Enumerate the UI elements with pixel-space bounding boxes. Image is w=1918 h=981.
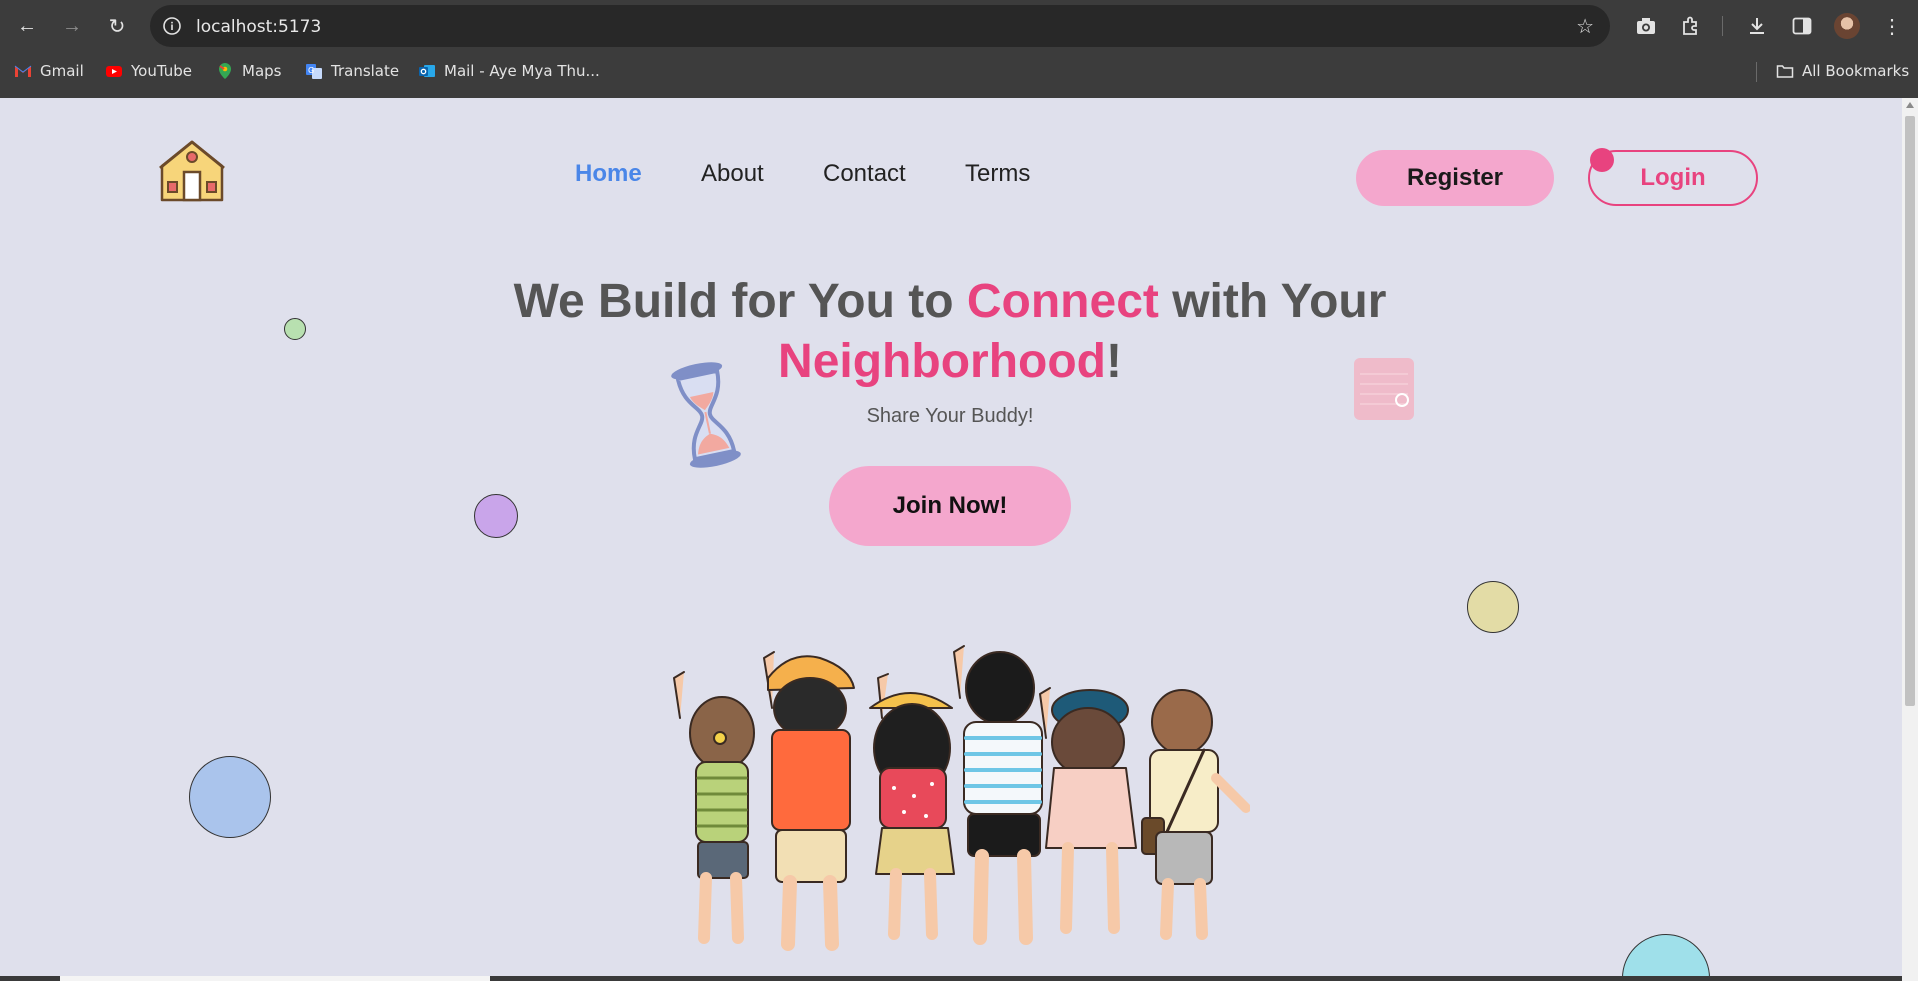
join-now-button[interactable]: Join Now! bbox=[829, 466, 1071, 546]
house-logo-icon[interactable] bbox=[158, 138, 226, 202]
decorative-bubble bbox=[189, 756, 271, 838]
gmail-icon bbox=[14, 65, 32, 77]
download-icon[interactable] bbox=[1744, 13, 1770, 39]
decorative-bubble bbox=[284, 318, 306, 340]
scroll-up-arrow-icon[interactable] bbox=[1906, 102, 1914, 108]
bookmark-label: YouTube bbox=[131, 62, 192, 80]
nav-contact[interactable]: Contact bbox=[823, 160, 906, 188]
extensions-icon[interactable] bbox=[1678, 13, 1704, 39]
children-illustration bbox=[673, 645, 1250, 951]
decorative-bubble bbox=[1467, 581, 1519, 633]
all-bookmarks[interactable]: All Bookmarks bbox=[1776, 62, 1909, 80]
bookmark-maps[interactable]: Maps bbox=[216, 62, 281, 80]
browser-chrome: ← → ↻ localhost:5173 ☆ ⋮ Gmail YouTube M… bbox=[0, 0, 1918, 98]
side-panel-icon[interactable] bbox=[1789, 13, 1815, 39]
headline-text: with Your bbox=[1158, 275, 1387, 328]
headline-highlight: Neighborhood bbox=[778, 335, 1106, 388]
maps-icon bbox=[219, 63, 231, 79]
address-bar[interactable]: localhost:5173 ☆ bbox=[150, 5, 1610, 47]
bookmark-translate[interactable]: G Translate bbox=[305, 62, 399, 80]
web-page: Home About Contact Terms Register Login … bbox=[0, 98, 1902, 981]
bookmark-star-icon[interactable]: ☆ bbox=[1576, 14, 1594, 39]
bookmark-mail[interactable]: Mail - Aye Mya Thu... bbox=[418, 62, 600, 80]
forward-icon[interactable]: → bbox=[58, 12, 86, 40]
camera-icon[interactable] bbox=[1633, 13, 1659, 39]
outlook-icon bbox=[419, 65, 435, 77]
bookmark-label: Maps bbox=[242, 62, 282, 80]
browser-toolbar: ← → ↻ localhost:5173 ☆ ⋮ bbox=[0, 0, 1918, 52]
page-bottom-edge bbox=[0, 976, 1902, 981]
bookmarks-divider bbox=[1756, 62, 1757, 82]
bookmark-label: Mail - Aye Mya Thu... bbox=[444, 62, 600, 80]
reload-icon[interactable]: ↻ bbox=[103, 12, 131, 40]
nav-about[interactable]: About bbox=[701, 160, 764, 188]
hero-subtitle: Share Your Buddy! bbox=[866, 405, 1034, 427]
bookmark-gmail[interactable]: Gmail bbox=[14, 62, 84, 80]
nav-home[interactable]: Home bbox=[575, 160, 642, 188]
headline-text: ! bbox=[1105, 335, 1122, 388]
page-scrollbar[interactable] bbox=[1902, 98, 1918, 981]
profile-avatar[interactable] bbox=[1834, 13, 1860, 39]
all-bookmarks-label: All Bookmarks bbox=[1802, 62, 1910, 80]
back-icon[interactable]: ← bbox=[13, 12, 41, 40]
headline-highlight: Connect bbox=[966, 275, 1159, 328]
bookmarks-bar: Gmail YouTube Maps G Translate Mail - Ay… bbox=[0, 56, 1918, 88]
toolbar-divider bbox=[1722, 16, 1723, 36]
translate-icon: G bbox=[306, 64, 322, 79]
scroll-thumb[interactable] bbox=[1905, 116, 1915, 706]
url-text[interactable]: localhost:5173 bbox=[196, 17, 321, 37]
site-info-icon[interactable] bbox=[162, 16, 182, 36]
bookmark-label: Translate bbox=[331, 62, 400, 80]
bookmark-label: Gmail bbox=[40, 62, 84, 80]
headline-text: We Build for You to bbox=[513, 275, 967, 328]
register-button[interactable]: Register bbox=[1356, 150, 1554, 206]
menu-kebab-icon[interactable]: ⋮ bbox=[1879, 13, 1905, 39]
decorative-bubble bbox=[474, 494, 518, 538]
hero-headline: We Build for You to Connect with Your Ne… bbox=[450, 272, 1450, 392]
youtube-icon bbox=[106, 66, 122, 77]
nav-terms[interactable]: Terms bbox=[965, 160, 1030, 188]
decorative-dot bbox=[1590, 148, 1614, 172]
folder-icon bbox=[1776, 65, 1794, 78]
decorative-bubble bbox=[1622, 934, 1710, 981]
svg-text:G: G bbox=[308, 66, 314, 75]
bookmark-youtube[interactable]: YouTube bbox=[105, 62, 192, 80]
